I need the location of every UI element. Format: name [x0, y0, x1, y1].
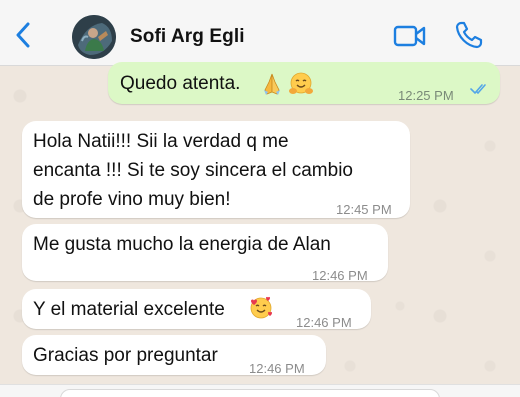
message-bubble-incoming[interactable]: Me gusta mucho la energia de Alan 12:46 … — [22, 224, 388, 283]
back-button[interactable] — [8, 18, 38, 52]
chevron-left-icon — [16, 22, 30, 48]
message-bubble-incoming[interactable]: Gracias por preguntar 12:46 PM — [22, 335, 326, 376]
video-camera-icon — [393, 25, 426, 47]
contact-avatar[interactable] — [72, 15, 116, 59]
voice-call-button[interactable] — [454, 20, 484, 50]
smiling-face-with-hearts-emoji — [248, 295, 274, 330]
message-text-line-3: de profe vino muy bien! — [33, 189, 231, 210]
folded-hands-emoji — [260, 72, 284, 105]
message-text-line-1: Hola Natii!!! Sii la verdad q me — [33, 131, 289, 152]
message-bubble-incoming[interactable]: Hola Natii!!! Sii la verdad q me encanta… — [22, 121, 410, 218]
message-timestamp: 12:25 PM — [398, 88, 454, 103]
chat-header: Sofi Arg Egli — [0, 0, 520, 66]
contact-name[interactable]: Sofi Arg Egli — [130, 26, 245, 48]
message-timestamp: 12:45 PM — [336, 202, 392, 217]
message-text: Quedo atenta. — [120, 73, 241, 94]
avatar-photo — [72, 15, 116, 59]
message-timestamp: 12:46 PM — [296, 315, 352, 330]
message-input-field[interactable] — [60, 389, 440, 397]
message-bubble-outgoing[interactable]: Quedo atenta. 12:25 PM — [108, 62, 500, 104]
message-timestamp: 12:46 PM — [312, 268, 368, 283]
message-text-line-2: encanta !!! Si te soy sincera el cambio — [33, 160, 353, 181]
phone-icon — [455, 21, 483, 49]
read-ticks-icon — [470, 84, 486, 95]
message-text: Y el material excelente — [33, 299, 225, 320]
smiling-hug-emoji — [288, 71, 314, 106]
video-call-button[interactable] — [393, 23, 427, 49]
message-text: Me gusta mucho la energia de Alan — [33, 234, 331, 255]
message-bubble-incoming[interactable]: Y el material excelente 12:46 PM — [22, 289, 371, 330]
message-timestamp: 12:46 PM — [249, 361, 305, 376]
message-text: Gracias por preguntar — [33, 345, 218, 366]
message-input-bar — [0, 384, 520, 397]
